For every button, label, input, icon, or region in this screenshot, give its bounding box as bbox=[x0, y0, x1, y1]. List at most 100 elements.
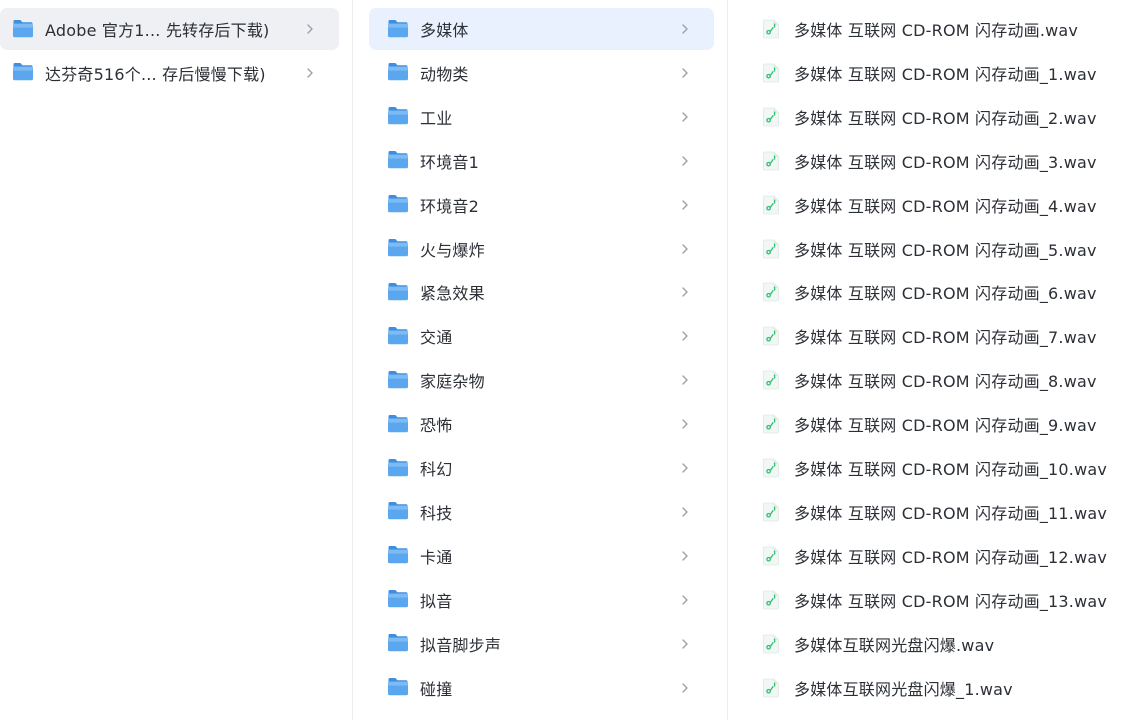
folder-icon bbox=[387, 326, 409, 345]
file-item[interactable]: 多媒体 互联网 CD-ROM 闪存动画_2.wav bbox=[752, 96, 1122, 138]
file-item[interactable]: 多媒体 互联网 CD-ROM 闪存动画_12.wav bbox=[752, 535, 1122, 577]
chevron-right-icon bbox=[678, 593, 692, 607]
audio-file-icon bbox=[762, 414, 780, 434]
file-item[interactable]: 多媒体 互联网 CD-ROM 闪存动画_7.wav bbox=[752, 315, 1122, 357]
folder-icon bbox=[387, 501, 409, 520]
folder-name: 碰撞 bbox=[420, 679, 453, 699]
subfolder-item[interactable]: 环境音2 bbox=[369, 184, 714, 226]
audio-file-icon bbox=[762, 458, 780, 478]
subfolder-item[interactable]: 工业 bbox=[369, 96, 714, 138]
folder-icon bbox=[387, 633, 409, 652]
file-item[interactable]: 多媒体 互联网 CD-ROM 闪存动画_5.wav bbox=[752, 228, 1122, 270]
chevron-right-icon bbox=[678, 285, 692, 299]
file-name: 多媒体 互联网 CD-ROM 闪存动画_1.wav bbox=[794, 64, 1097, 84]
column-files[interactable]: 多媒体 互联网 CD-ROM 闪存动画.wav 多媒体 互联网 CD-ROM 闪存… bbox=[730, 0, 1130, 720]
chevron-right-icon bbox=[678, 373, 692, 387]
subfolder-item[interactable]: 动物类 bbox=[369, 52, 714, 94]
chevron-right-icon bbox=[678, 329, 692, 343]
audio-file-icon bbox=[762, 546, 780, 566]
audio-file-icon bbox=[762, 195, 780, 215]
subfolder-item[interactable]: 科幻 bbox=[369, 447, 714, 489]
chevron-right-icon bbox=[678, 110, 692, 124]
subfolder-item[interactable]: 恐怖 bbox=[369, 403, 714, 445]
subfolder-item[interactable]: 火与爆炸 bbox=[369, 228, 714, 270]
subfolder-item[interactable]: 科技 bbox=[369, 491, 714, 533]
folder-icon bbox=[12, 62, 34, 81]
subfolder-item[interactable]: 多媒体 bbox=[369, 8, 714, 50]
chevron-right-icon bbox=[303, 66, 317, 80]
file-name: 多媒体 互联网 CD-ROM 闪存动画_6.wav bbox=[794, 284, 1097, 304]
column-root-folders[interactable]: Adobe 官方1... 先转存后下载) 达芬奇516个... 存后慢慢下载) bbox=[0, 0, 353, 720]
file-item[interactable]: 多媒体互联网光盘闪爆.wav bbox=[752, 623, 1122, 665]
file-item[interactable]: 多媒体 互联网 CD-ROM 闪存动画_8.wav bbox=[752, 359, 1122, 401]
file-item[interactable]: 多媒体 互联网 CD-ROM 闪存动画_6.wav bbox=[752, 271, 1122, 313]
folder-icon bbox=[387, 238, 409, 257]
folder-icon bbox=[12, 19, 34, 38]
file-name: 多媒体 互联网 CD-ROM 闪存动画_13.wav bbox=[794, 591, 1108, 611]
chevron-right-icon bbox=[678, 681, 692, 695]
file-item[interactable]: 多媒体 互联网 CD-ROM 闪存动画_9.wav bbox=[752, 403, 1122, 445]
chevron-right-icon bbox=[303, 22, 317, 36]
chevron-right-icon bbox=[678, 22, 692, 36]
file-name: 多媒体 互联网 CD-ROM 闪存动画_3.wav bbox=[794, 152, 1097, 172]
chevron-right-icon bbox=[678, 417, 692, 431]
chevron-right-icon bbox=[678, 505, 692, 519]
audio-file-icon bbox=[762, 107, 780, 127]
subfolder-item[interactable]: 家庭杂物 bbox=[369, 359, 714, 401]
folder-icon bbox=[387, 282, 409, 301]
audio-file-icon bbox=[762, 63, 780, 83]
file-name: 多媒体互联网光盘闪爆.wav bbox=[794, 635, 995, 655]
chevron-right-icon bbox=[678, 242, 692, 256]
folder-name: 恐怖 bbox=[420, 416, 453, 436]
folder-icon bbox=[387, 414, 409, 433]
file-name: 多媒体 互联网 CD-ROM 闪存动画_12.wav bbox=[794, 547, 1108, 567]
file-item[interactable]: 多媒体 互联网 CD-ROM 闪存动画.wav bbox=[752, 8, 1122, 50]
file-name: 多媒体 互联网 CD-ROM 闪存动画_8.wav bbox=[794, 372, 1097, 392]
file-name: 多媒体互联网光盘闪爆_1.wav bbox=[794, 679, 1013, 699]
folder-name: 紧急效果 bbox=[420, 284, 485, 304]
folder-name: 环境音2 bbox=[420, 196, 479, 216]
subfolder-item[interactable]: 紧急效果 bbox=[369, 271, 714, 313]
audio-file-icon bbox=[762, 19, 780, 39]
file-item[interactable]: 多媒体 互联网 CD-ROM 闪存动画_10.wav bbox=[752, 447, 1122, 489]
audio-file-icon bbox=[762, 326, 780, 346]
subfolder-item[interactable]: 交通 bbox=[369, 315, 714, 357]
column-subfolders[interactable]: 多媒体动物类工业环境音1 环境音2 火与爆炸紧急效果交通家庭杂物恐怖科幻科技卡通拟音… bbox=[355, 0, 728, 720]
folder-name: 家庭杂物 bbox=[420, 372, 485, 392]
subfolder-item[interactable]: 卡通 bbox=[369, 535, 714, 577]
folder-name: 火与爆炸 bbox=[420, 240, 485, 260]
folder-icon bbox=[387, 545, 409, 564]
chevron-right-icon bbox=[678, 154, 692, 168]
file-name: 多媒体 互联网 CD-ROM 闪存动画_11.wav bbox=[794, 503, 1108, 523]
root-folder-item[interactable]: Adobe 官方1... 先转存后下载) bbox=[0, 8, 339, 50]
file-item[interactable]: 多媒体 互联网 CD-ROM 闪存动画_4.wav bbox=[752, 184, 1122, 226]
subfolder-item[interactable]: 环境音1 bbox=[369, 140, 714, 182]
file-name: 多媒体 互联网 CD-ROM 闪存动画_9.wav bbox=[794, 416, 1097, 436]
chevron-right-icon bbox=[678, 66, 692, 80]
folder-name: 科幻 bbox=[420, 460, 453, 479]
file-item[interactable]: 多媒体 互联网 CD-ROM 闪存动画_3.wav bbox=[752, 140, 1122, 182]
folder-icon bbox=[387, 62, 409, 81]
folder-name: 科技 bbox=[420, 503, 453, 523]
file-item[interactable]: 多媒体互联网光盘闪爆_1.wav bbox=[752, 667, 1122, 709]
file-name: 多媒体 互联网 CD-ROM 闪存动画.wav bbox=[794, 21, 1079, 40]
root-folder-item[interactable]: 达芬奇516个... 存后慢慢下载) bbox=[0, 52, 339, 94]
folder-icon bbox=[387, 106, 409, 125]
folder-name: 动物类 bbox=[420, 64, 469, 84]
chevron-right-icon bbox=[678, 198, 692, 212]
subfolder-item[interactable]: 拟音脚步声 bbox=[369, 623, 714, 665]
folder-name: 拟音脚步声 bbox=[420, 635, 502, 655]
audio-file-icon bbox=[762, 590, 780, 610]
file-item[interactable]: 多媒体 互联网 CD-ROM 闪存动画_13.wav bbox=[752, 579, 1122, 621]
folder-name: 工业 bbox=[420, 108, 453, 128]
folder-name: 达芬奇516个... 存后慢慢下载) bbox=[45, 64, 266, 84]
file-item[interactable]: 多媒体 互联网 CD-ROM 闪存动画_11.wav bbox=[752, 491, 1122, 533]
folder-name: 交通 bbox=[420, 328, 453, 348]
audio-file-icon bbox=[762, 634, 780, 654]
subfolder-item[interactable]: 碰撞 bbox=[369, 667, 714, 709]
file-item[interactable]: 多媒体 互联网 CD-ROM 闪存动画_1.wav bbox=[752, 52, 1122, 94]
subfolder-item[interactable]: 拟音 bbox=[369, 579, 714, 621]
folder-name: 卡通 bbox=[420, 547, 453, 567]
folder-icon bbox=[387, 150, 409, 169]
file-name: 多媒体 互联网 CD-ROM 闪存动画_2.wav bbox=[794, 108, 1097, 128]
